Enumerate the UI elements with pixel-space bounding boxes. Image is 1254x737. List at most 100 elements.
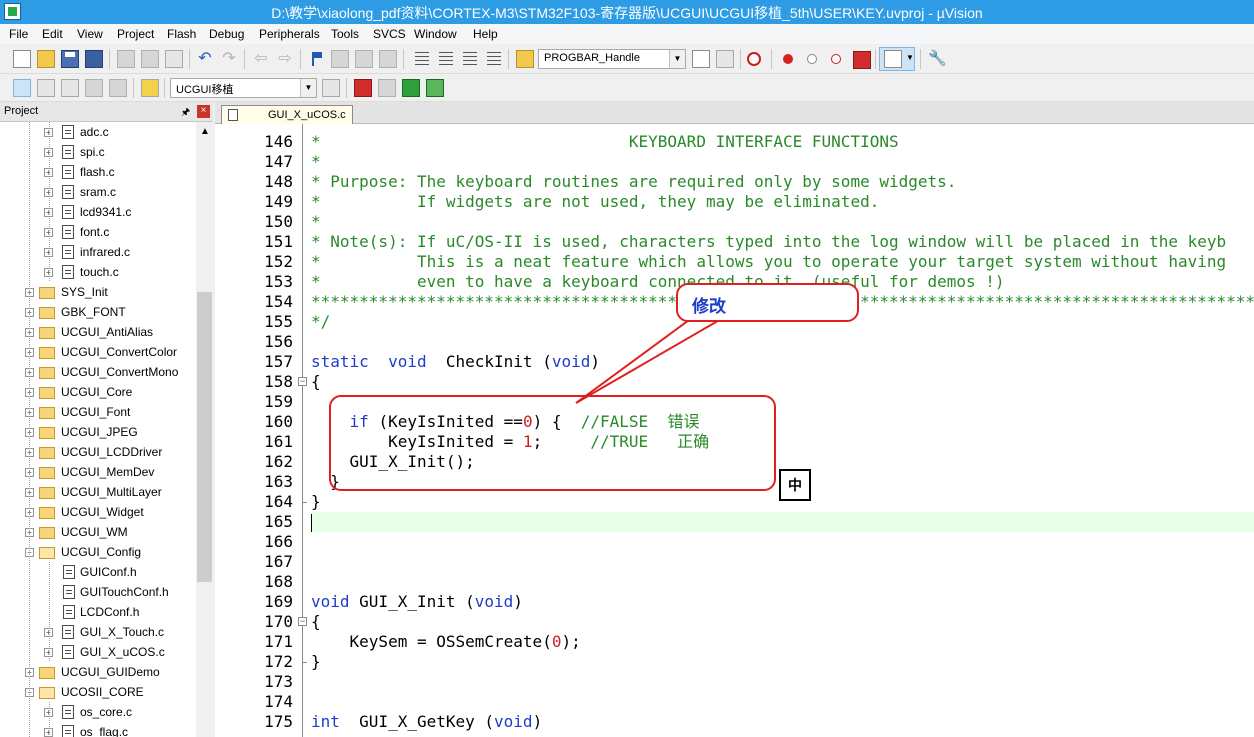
menu-flash[interactable]: Flash <box>167 27 196 41</box>
tree-item-label: font.c <box>80 225 110 239</box>
code-line[interactable]: * even to have a keyboard connected to i… <box>311 272 1005 292</box>
uncomment-icon[interactable] <box>487 52 501 66</box>
code-line[interactable]: { <box>311 612 321 632</box>
cut-icon[interactable] <box>117 50 135 68</box>
stop-build-icon[interactable] <box>109 79 127 97</box>
code-line[interactable]: * Note(s): If uC/OS-II is used, characte… <box>311 232 1226 252</box>
indent-icon[interactable] <box>415 52 429 66</box>
code-line[interactable]: int GUI_X_GetKey (void) <box>311 712 542 732</box>
code-line[interactable]: * <box>311 212 321 232</box>
code-text: KeySem = OSSemCreate( <box>349 632 552 651</box>
manage-run-time-icon[interactable] <box>402 79 420 97</box>
menu-tools[interactable]: Tools <box>331 27 359 41</box>
line-number: 152 <box>264 252 293 271</box>
code-line[interactable]: } <box>311 492 321 512</box>
target-options-icon[interactable] <box>322 79 340 97</box>
code-line[interactable] <box>311 512 1254 532</box>
tree-item-label: GBK_FONT <box>61 305 126 319</box>
menu-view[interactable]: View <box>77 27 103 41</box>
c-file-icon <box>62 625 74 639</box>
code-line[interactable]: KeySem = OSSemCreate(0); <box>311 632 581 652</box>
code-line[interactable]: { <box>311 372 321 392</box>
fold-end-marker <box>302 502 307 503</box>
line-number: 156 <box>264 332 293 351</box>
debug-session-icon[interactable] <box>747 52 761 66</box>
close-icon[interactable]: × <box>197 105 210 118</box>
target-combo[interactable]: UCGUI移植 ▼ <box>170 78 317 98</box>
configure-icon[interactable]: 🔧 <box>928 50 947 68</box>
menu-edit[interactable]: Edit <box>42 27 63 41</box>
open-folder-icon[interactable] <box>37 50 55 68</box>
code-line[interactable]: */ <box>311 312 330 332</box>
comment-icon[interactable] <box>463 52 477 66</box>
rebuild-icon[interactable] <box>61 79 79 97</box>
pin-icon[interactable]: 🖈 <box>181 105 190 122</box>
menu-help[interactable]: Help <box>473 27 498 41</box>
breakpoint-icon[interactable] <box>783 54 793 64</box>
scroll-thumb[interactable] <box>197 292 212 582</box>
build-icon[interactable] <box>37 79 55 97</box>
paste-icon[interactable] <box>165 50 183 68</box>
code-line[interactable]: * If widgets are not used, they may be e… <box>311 192 879 212</box>
project-tree-scrollbar[interactable]: ▲ <box>196 122 213 737</box>
menu-project[interactable]: Project <box>117 27 154 41</box>
collapse-icon[interactable]: − <box>298 377 307 386</box>
translate-icon[interactable] <box>13 79 31 97</box>
download-icon[interactable] <box>141 79 159 97</box>
code-line[interactable]: * Purpose: The keyboard routines are req… <box>311 172 956 192</box>
save-icon[interactable] <box>61 50 79 68</box>
chevron-down-icon[interactable]: ▼ <box>300 79 316 97</box>
disable-breakpoint-icon[interactable] <box>807 54 817 64</box>
undo-icon[interactable]: ↶ <box>196 50 214 68</box>
new-file-icon[interactable] <box>13 50 31 68</box>
function-combo[interactable]: PROGBAR_Handle ▼ <box>538 49 686 69</box>
find-icon[interactable] <box>692 50 710 68</box>
incremental-find-icon[interactable] <box>716 50 734 68</box>
window-layout-icon <box>884 50 902 68</box>
save-all-icon[interactable] <box>85 50 103 68</box>
bookmark-icon[interactable] <box>307 50 325 68</box>
code-line[interactable]: * <box>311 152 321 172</box>
next-bookmark-icon[interactable] <box>355 50 373 68</box>
keyword: static <box>311 352 369 371</box>
line-number: 171 <box>264 632 293 651</box>
line-number: 157 <box>264 352 293 371</box>
disable-all-breakpoints-icon[interactable] <box>831 54 841 64</box>
manage-project-icon[interactable] <box>354 79 372 97</box>
c-file-icon <box>62 125 74 139</box>
multi-project-icon[interactable] <box>378 79 396 97</box>
code-line[interactable]: void GUI_X_Init (void) <box>311 592 523 612</box>
collapse-icon[interactable]: − <box>298 617 307 626</box>
keyword: void <box>311 592 350 611</box>
clear-bookmarks-icon[interactable] <box>379 50 397 68</box>
redo-icon[interactable]: ↷ <box>220 50 238 68</box>
build-toolbar: UCGUI移植 ▼ <box>0 74 1254 102</box>
unindent-icon[interactable] <box>439 52 453 66</box>
code-line[interactable]: static void CheckInit (void) <box>311 352 600 372</box>
code-line[interactable]: } <box>311 652 321 672</box>
comment-text: * If widgets are not used, they may be e… <box>311 192 880 211</box>
function-combo-value: PROGBAR_Handle <box>544 52 640 64</box>
chevron-down-icon[interactable]: ▼ <box>669 50 685 68</box>
copy-icon[interactable] <box>141 50 159 68</box>
line-number: 164 <box>264 492 293 511</box>
code-line[interactable]: * This is a neat feature which allows yo… <box>311 252 1226 272</box>
menu-svcs[interactable]: SVCS <box>373 27 406 41</box>
tab-gui-x-ucos[interactable]: GUI_X_uCOS.c <box>221 105 353 124</box>
prev-bookmark-icon[interactable] <box>331 50 349 68</box>
code-line[interactable]: * KEYBOARD INTERFACE FUNCTIONS <box>311 132 899 152</box>
scroll-up-icon[interactable]: ▲ <box>200 126 210 137</box>
pack-installer-icon[interactable] <box>426 79 444 97</box>
find-in-files-icon[interactable] <box>516 50 534 68</box>
kill-breakpoints-icon[interactable] <box>853 51 871 69</box>
folder-icon <box>39 407 55 419</box>
menu-peripherals[interactable]: Peripherals <box>259 27 320 41</box>
batch-build-icon[interactable] <box>85 79 103 97</box>
menu-file[interactable]: File <box>9 27 28 41</box>
menu-debug[interactable]: Debug <box>209 27 244 41</box>
ime-indicator[interactable]: 中 <box>779 469 811 501</box>
c-file-icon <box>62 205 74 219</box>
nav-back-icon[interactable]: ⇦ <box>252 50 270 68</box>
nav-forward-icon[interactable]: ⇨ <box>276 50 294 68</box>
menu-window[interactable]: Window <box>414 27 457 41</box>
